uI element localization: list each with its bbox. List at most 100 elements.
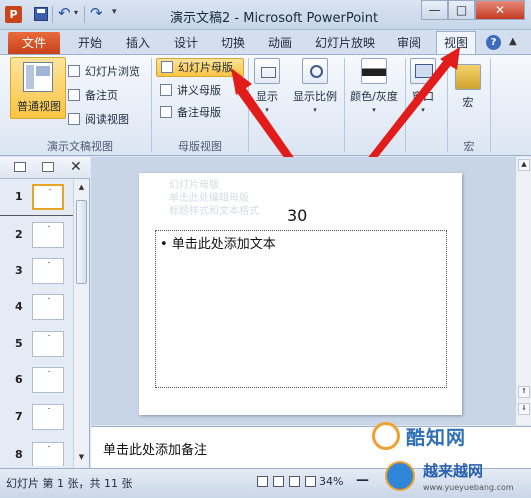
watermark-text: 酷知网 [406,427,467,449]
scrollbar-thumb[interactable] [76,200,87,284]
zoom-button[interactable]: 显示比例 ▾ [290,58,340,114]
reading-view-button[interactable]: 阅读视图 [68,111,129,129]
ribbon-view: 普通视图 幻灯片浏览 备注页 阅读视图 演示文稿视图 幻灯片母版 讲义母版 备注… [0,54,531,156]
slideshow-status-icon[interactable] [305,476,316,487]
tab-home[interactable]: 开始 [78,34,102,51]
window-title: 演示文稿2 - Microsoft PowerPoint [170,11,379,26]
save-icon[interactable] [34,7,48,21]
tab-review[interactable]: 审阅 [397,34,421,51]
window-icon [410,58,436,84]
slide-thumbnail[interactable]: 8 [0,440,74,466]
tab-animations[interactable]: 动画 [268,34,292,51]
previous-slide-icon[interactable]: ⇑ [518,386,530,398]
next-slide-icon[interactable]: ⇓ [518,403,530,415]
window-label: 窗口 [412,90,434,103]
color-grayscale-icon [361,58,387,84]
slide-preview [32,222,64,248]
close-button[interactable]: ✕ [475,0,525,20]
scroll-down-icon[interactable]: ▼ [76,453,87,465]
slide-preview [32,404,64,430]
notes-page-button[interactable]: 备注页 [68,87,118,105]
notes-master-button[interactable]: 备注母版 [160,104,221,122]
group-separator [447,58,448,152]
slide-thumbnail[interactable]: 6 [0,365,74,399]
maximize-button[interactable]: □ [448,0,475,20]
tab-design[interactable]: 设计 [174,34,198,51]
show-button[interactable]: 显示 ▾ [251,58,283,114]
slides-tab-icon[interactable] [14,162,26,172]
tab-insert[interactable]: 插入 [126,34,150,51]
undo-dropdown-icon[interactable]: ▾ [74,8,78,17]
normal-view-icon [23,62,53,92]
watermark-site: 越来越网 www.yueyuebang.com [383,455,531,498]
watermark-url: www.yueyuebang.com [423,483,514,492]
macros-icon [455,64,481,90]
thumbnail-scrollbar[interactable]: ▲ ▼ [73,180,89,468]
powerpoint-app-icon[interactable]: P [5,6,22,23]
slide-preview [32,184,64,210]
slide-preview [32,442,64,466]
macros-button[interactable]: 宏 [452,64,484,110]
slide-number: 5 [15,337,23,350]
scroll-up-icon[interactable]: ▲ [76,183,87,195]
watermark-kuzhi: 酷知网 [360,418,510,458]
slide-thumbnail[interactable]: 1 [0,182,74,216]
minimize-button[interactable]: — [421,0,448,20]
group-separator [405,58,406,152]
slide-sorter-button[interactable]: 幻灯片浏览 [68,63,140,81]
window-dropdown-icon: ▾ [421,106,425,114]
ghost-line: 单击此处编辑母版 [169,193,249,204]
reading-view-status-icon[interactable] [289,476,300,487]
tab-transitions[interactable]: 切换 [221,34,245,51]
slide-thumbnail[interactable]: 7 [0,402,74,436]
slide-number: 3 [15,264,23,277]
zoom-label: 显示比例 [293,90,337,103]
zoom-out-icon[interactable]: — [356,473,369,488]
tab-file[interactable]: 文件 [8,32,60,54]
slide-thumbnail[interactable]: 4 [0,292,74,326]
slide-sorter-status-icon[interactable] [273,476,284,487]
zoom-level[interactable]: 34% [319,475,343,488]
slide-sorter-label: 幻灯片浏览 [85,65,140,78]
customize-qat-icon[interactable]: ▾ [112,7,117,17]
slide-preview [32,258,64,284]
slide-thumbnail[interactable]: 2 [0,220,74,254]
show-icon [254,58,280,84]
help-icon[interactable]: ? [486,35,501,50]
group-separator [344,58,345,152]
content-placeholder[interactable]: • 单击此处添加文本 [155,230,447,388]
tab-view[interactable]: 视图 [436,31,476,55]
handout-master-button[interactable]: 讲义母版 [160,82,221,100]
notes-master-label: 备注母版 [177,106,221,119]
outline-tab-icon[interactable] [42,162,54,172]
slide-master-button[interactable]: 幻灯片母版 [156,58,244,77]
slide-thumbnail[interactable]: 3 [0,256,74,290]
scroll-up-icon[interactable]: ▲ [518,159,530,171]
zoom-icon [302,58,328,84]
window-button[interactable]: 窗口 ▾ [407,58,439,114]
tab-slideshow[interactable]: 幻灯片放映 [315,34,375,51]
slide-title[interactable]: 30 [287,206,307,225]
color-grayscale-label: 颜色/灰度 [350,90,398,103]
normal-view-status-icon[interactable] [257,476,268,487]
minimize-ribbon-icon[interactable]: ▲ [509,36,517,47]
close-pane-icon[interactable]: ✕ [70,159,82,175]
notes-master-icon [160,106,172,118]
content-placeholder-text: • 单击此处添加文本 [160,237,276,252]
watermark-title: 越来越网 [423,462,484,480]
slide-thumbnail[interactable]: 5 [0,329,74,363]
current-slide[interactable]: 幻灯片母版 单击此处编辑母版 标题样式和文本格式 30 • 单击此处添加文本 [139,173,462,415]
ribbon-tabs: 文件 开始 插入 设计 切换 动画 幻灯片放映 审阅 视图 ? ▲ [0,30,531,55]
undo-icon[interactable]: ↶ [58,4,71,22]
slide-scrollbar[interactable]: ▲ ⇑ ⇓ [515,157,531,425]
slide-editing-area: 幻灯片母版 单击此处编辑母版 标题样式和文本格式 30 • 单击此处添加文本 [91,157,515,425]
zoom-dropdown-icon: ▾ [313,106,317,114]
handout-master-label: 讲义母版 [177,84,221,97]
color-grayscale-button[interactable]: 颜色/灰度 ▾ [346,58,402,114]
redo-icon[interactable]: ↷ [90,4,103,22]
group-separator [248,58,249,152]
notes-placeholder: 单击此处添加备注 [103,443,208,458]
group-label-presentation-views: 演示文稿视图 [47,140,113,153]
qat-separator [52,6,53,23]
normal-view-button[interactable]: 普通视图 [10,57,66,119]
